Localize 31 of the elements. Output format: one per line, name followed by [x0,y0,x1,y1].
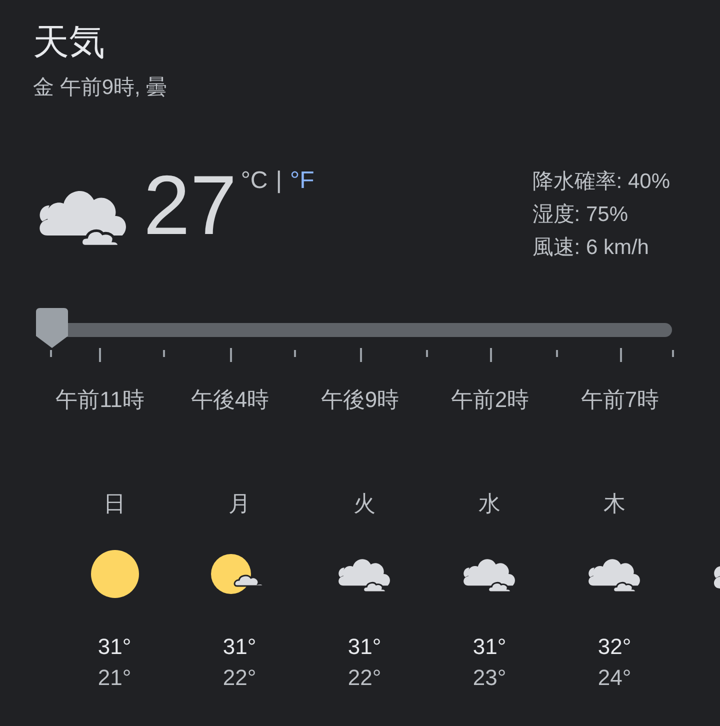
time-label: 午後9時 [320,386,400,414]
low-temperature: 24° [598,664,632,692]
day-label: 水 [478,490,500,518]
time-label: 午後4時 [190,386,270,414]
temperature: 27 [143,163,237,247]
unit-separator: | [276,167,282,195]
day-label: 木 [604,490,626,518]
day-label: 月 [228,490,250,518]
high-temperature: 32° [598,633,632,661]
high-temperature: 31° [348,633,382,661]
slider-handle[interactable] [36,308,68,348]
weather-detail: 降水確率: 40% [532,169,670,195]
app-title: 天気 [32,20,106,64]
current-conditions: 金 午前9時, 曇 [32,75,168,101]
low-temperature: 23° [472,664,506,692]
weather-detail: 風速: 6 km/h [532,235,650,261]
low-temperature: 22° [222,664,256,692]
day-label: 日 [104,490,126,518]
time-label: 午前2時 [450,386,530,414]
unit-toggle[interactable]: °C [240,167,268,195]
sun-icon [90,549,140,599]
low-temperature: 21° [98,664,132,692]
high-temperature: 31° [98,633,132,661]
high-temperature: 31° [472,633,506,661]
weather-detail: 湿度: 75% [532,202,629,228]
time-label: 午前7時 [580,386,660,414]
day-label: 火 [354,490,376,518]
low-temperature: 22° [348,664,382,692]
time-label: 午前11時 [54,386,146,414]
high-temperature: 31° [222,633,256,661]
unit-toggle[interactable]: °F [290,167,314,195]
